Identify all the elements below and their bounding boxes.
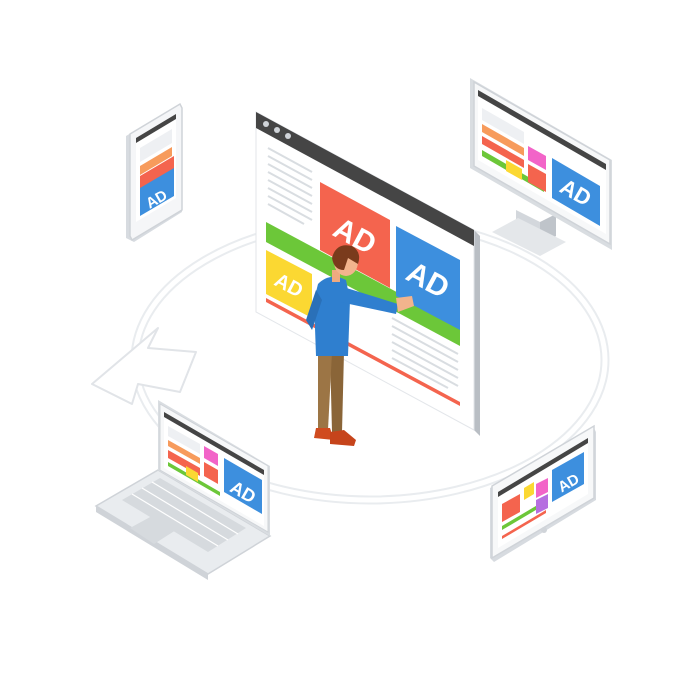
- illustration: AD AD AD AD AD AD AD: [91, 78, 612, 580]
- laptop-icon: AD: [94, 400, 272, 580]
- main-ad-board: AD AD AD: [255, 111, 480, 436]
- tablet-home-button: [541, 527, 547, 533]
- desktop-monitor-icon: AD: [470, 78, 612, 256]
- smartphone-icon: AD: [126, 102, 183, 242]
- tablet-icon: AD: [490, 424, 596, 562]
